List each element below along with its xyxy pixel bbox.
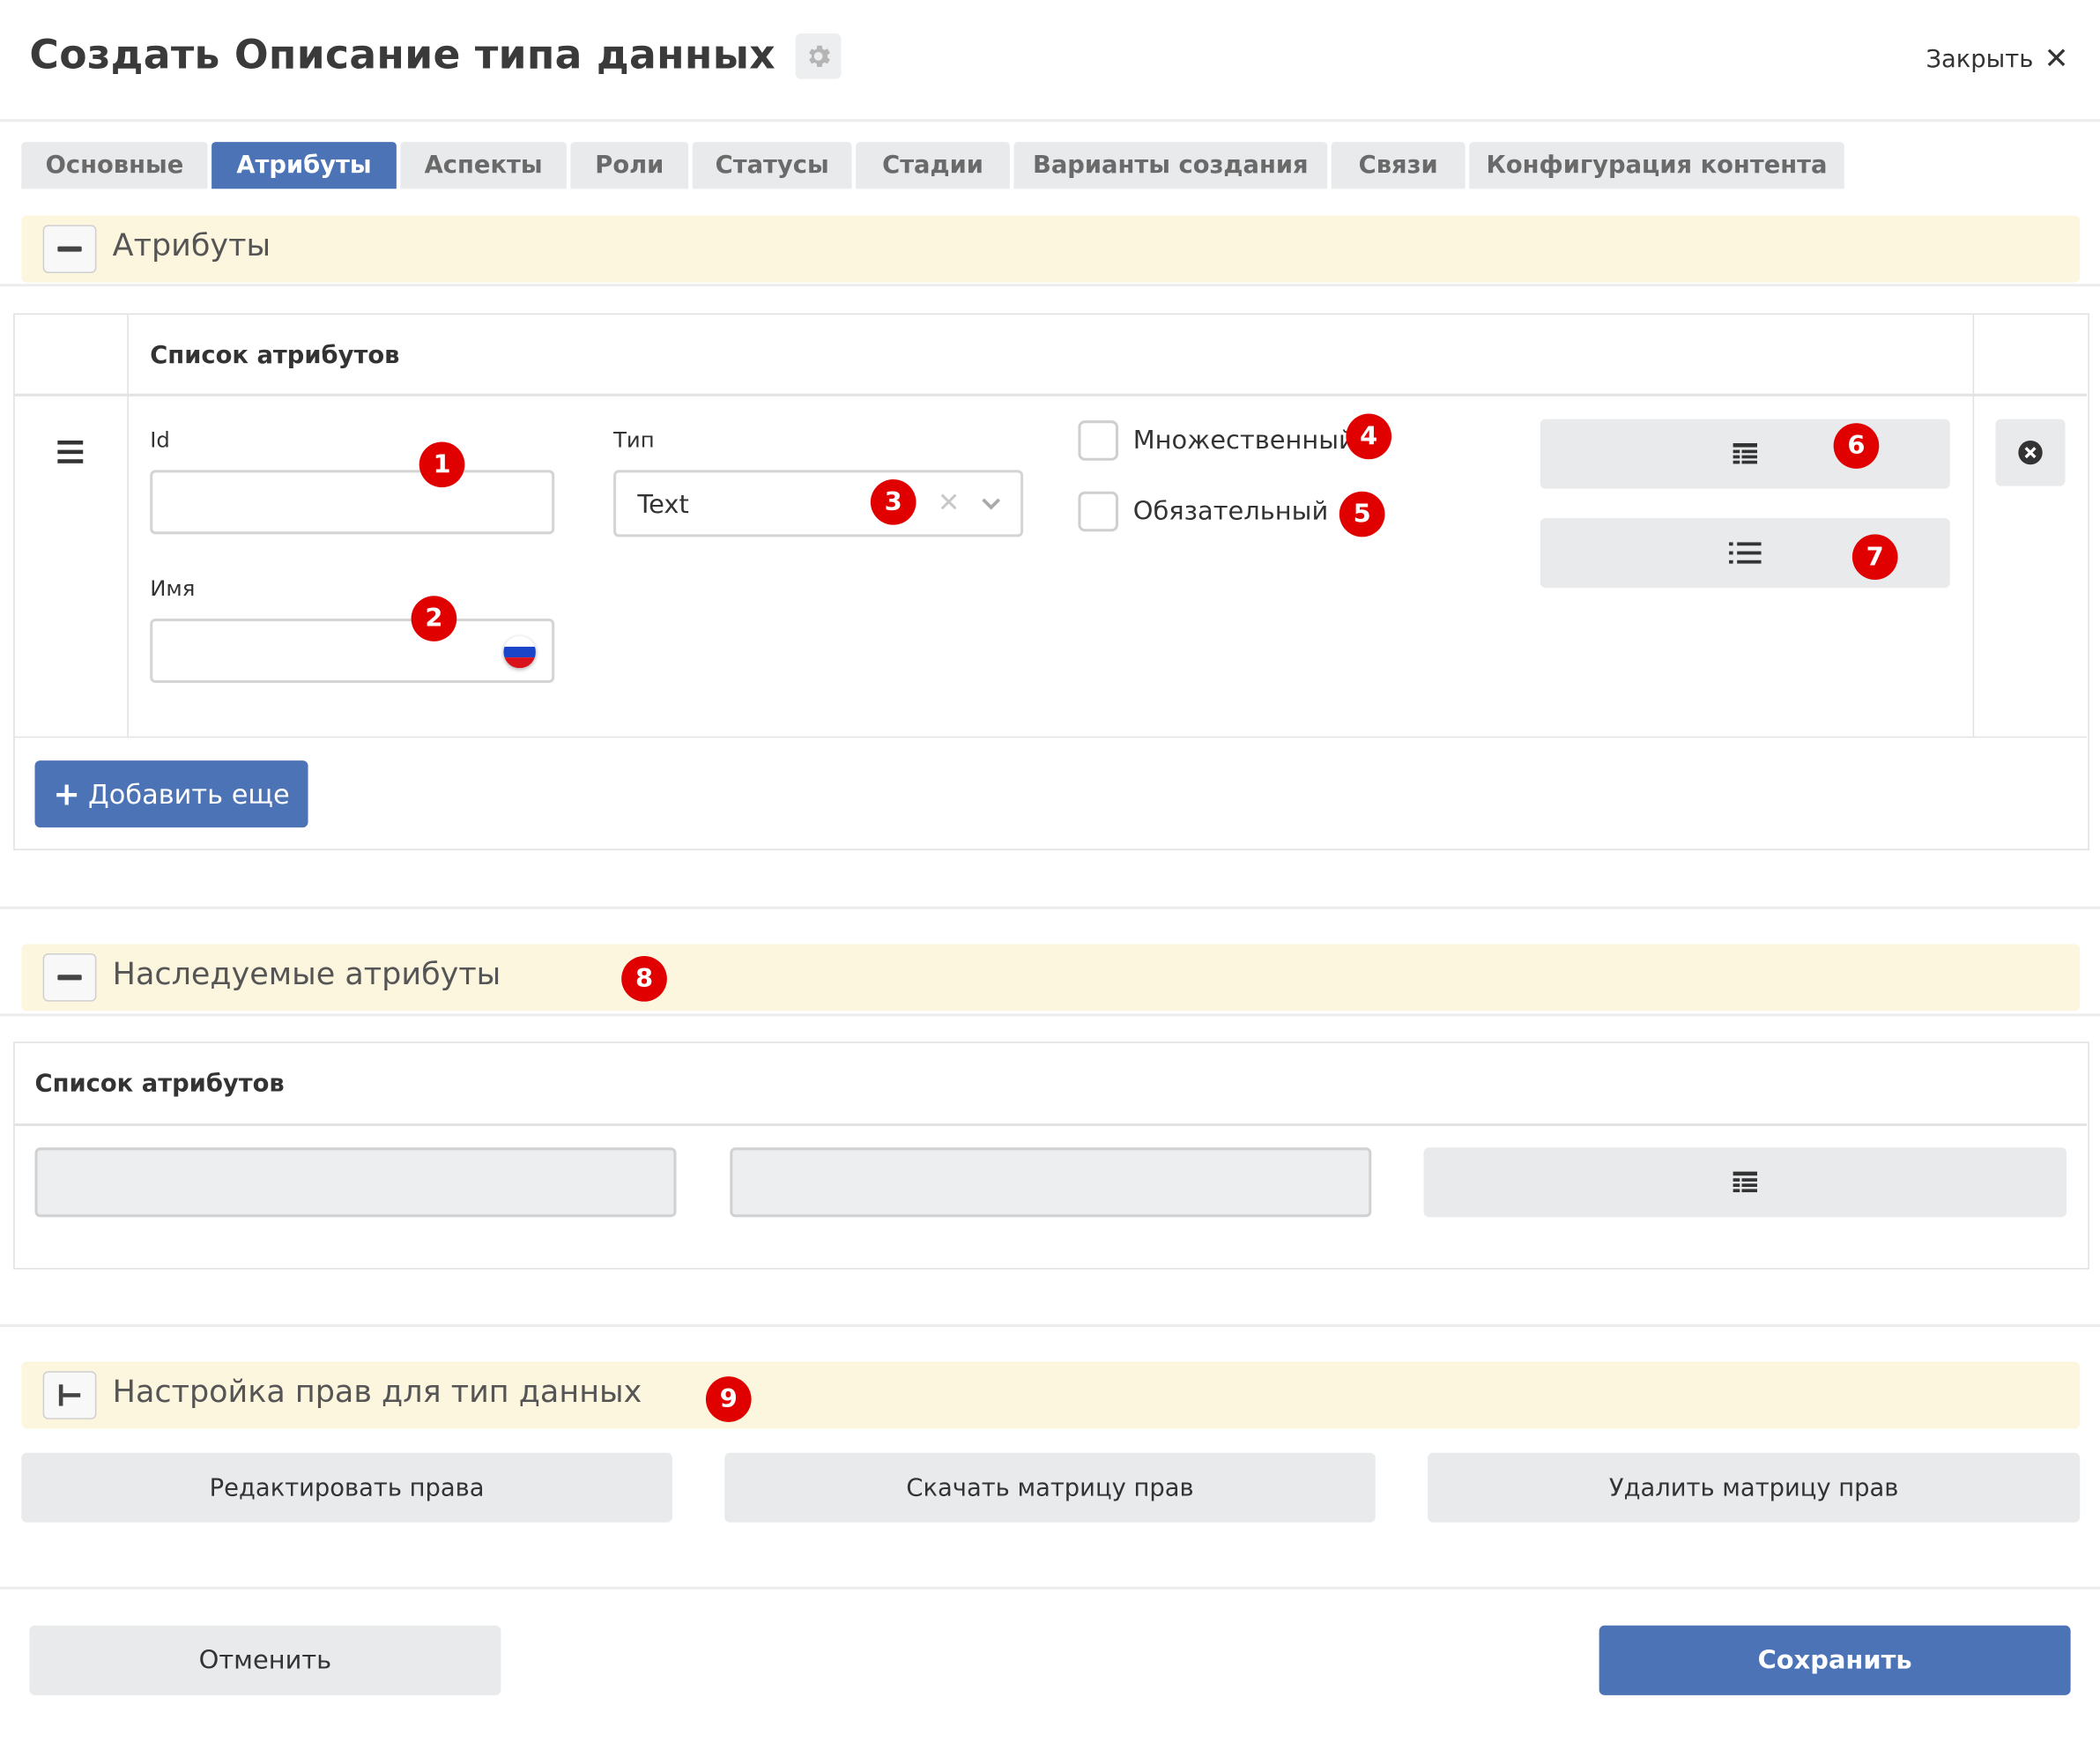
multiple-checkbox[interactable] — [1078, 420, 1119, 461]
tab-stages[interactable]: Стадии — [856, 142, 1010, 189]
multiple-label: Множественный — [1132, 426, 1355, 456]
clear-icon[interactable]: ✕ — [938, 486, 960, 518]
footer-divider — [0, 1586, 2100, 1590]
inherited-id-field — [34, 1147, 677, 1218]
header-divider — [0, 119, 2100, 122]
name-label: Имя — [150, 575, 196, 602]
edit-rights-button[interactable]: Редактировать права — [21, 1452, 672, 1523]
annotation-badge: 6 — [1833, 423, 1880, 469]
name-input[interactable] — [150, 619, 555, 683]
type-select[interactable]: Text ✕ — [613, 470, 1024, 537]
rights-panel-title: Настройка прав для тип данных — [112, 1375, 642, 1411]
chevron-down-icon[interactable] — [980, 497, 1001, 513]
list-header-divider — [14, 393, 2087, 397]
attributes-panel-title: Атрибуты — [112, 228, 271, 264]
inherited-table-button[interactable] — [1423, 1147, 2067, 1218]
add-more-label: Добавить еще — [88, 777, 290, 811]
page-title: Создать Описание типа данных — [29, 32, 775, 79]
annotation-badge: 9 — [705, 1376, 752, 1422]
rights-panel-header: Настройка прав для тип данных — [21, 1361, 2081, 1429]
annotation-badge: 3 — [870, 479, 916, 525]
type-value: Text — [637, 490, 689, 520]
download-matrix-button[interactable]: Скачать матрицу прав — [724, 1452, 1376, 1523]
plus-icon: + — [53, 775, 80, 813]
close-button[interactable]: Закрыть ✕ — [1926, 43, 2068, 77]
inherited-list-header: Список атрибутов — [34, 1070, 285, 1099]
section-divider — [0, 906, 2100, 909]
inherited-collapse-button[interactable] — [42, 953, 97, 1002]
id-input[interactable] — [150, 470, 555, 535]
list-header-divider — [14, 1123, 2087, 1126]
russian-flag-icon[interactable] — [503, 635, 536, 669]
rights-expand-button[interactable] — [42, 1371, 97, 1420]
annotation-badge: 2 — [411, 596, 457, 641]
inherited-panel-title: Наследуемые атрибуты — [112, 957, 501, 993]
close-icon: ✕ — [2044, 42, 2069, 77]
tab-basic[interactable]: Основные — [21, 142, 208, 189]
cancel-button[interactable]: Отменить — [29, 1625, 501, 1695]
row-divider — [14, 736, 2087, 738]
close-label: Закрыть — [1926, 45, 2034, 74]
tab-creation-variants[interactable]: Варианты создания — [1013, 142, 1328, 189]
remove-circle-icon — [2018, 440, 2043, 465]
attributes-collapse-button[interactable] — [42, 225, 97, 273]
annotation-badge: 8 — [621, 955, 667, 1002]
column-divider — [1972, 315, 1975, 737]
annotation-badge: 1 — [419, 441, 465, 488]
panel-divider — [0, 284, 2100, 287]
minus-icon — [57, 246, 82, 252]
gear-icon — [809, 45, 830, 67]
inherited-panel-header: Наследуемые атрибуты — [21, 944, 2081, 1012]
inherited-name-field — [730, 1147, 1372, 1218]
tab-attributes[interactable]: Атрибуты — [211, 142, 397, 189]
settings-button[interactable] — [795, 33, 842, 79]
table-icon — [1733, 1171, 1757, 1193]
attributes-list-header: Список атрибутов — [150, 341, 400, 370]
add-more-button[interactable]: + Добавить еще — [34, 760, 308, 828]
expand-icon — [58, 1384, 81, 1406]
id-label: Id — [150, 426, 170, 453]
section-divider — [0, 1323, 2100, 1327]
annotation-badge: 7 — [1851, 534, 1898, 580]
tab-statuses[interactable]: Статусы — [692, 142, 852, 189]
tab-aspects[interactable]: Аспекты — [400, 142, 567, 189]
delete-matrix-button[interactable]: Удалить матрицу прав — [1428, 1452, 2081, 1523]
save-button[interactable]: Сохранить — [1599, 1625, 2071, 1695]
minus-icon — [57, 975, 82, 981]
table-icon — [1733, 442, 1757, 464]
column-divider — [127, 315, 129, 737]
type-label: Тип — [613, 426, 655, 453]
annotation-badge: 4 — [1346, 413, 1392, 460]
panel-divider — [0, 1013, 2100, 1017]
tab-roles[interactable]: Роли — [570, 142, 689, 189]
dialog: Создать Описание типа данных Закрыть ✕ О… — [0, 0, 2100, 1742]
tab-links[interactable]: Связи — [1331, 142, 1466, 189]
drag-handle-icon[interactable] — [57, 440, 84, 463]
tab-bar: Основные Атрибуты Аспекты Роли Статусы С… — [21, 142, 1848, 189]
required-checkbox[interactable] — [1078, 491, 1119, 532]
remove-attribute-button[interactable] — [1995, 419, 2066, 486]
attribute-table-button[interactable] — [1540, 419, 1950, 489]
annotation-badge: 5 — [1339, 491, 1385, 537]
attributes-panel-header: Атрибуты — [21, 215, 2081, 283]
required-label: Обязательный — [1132, 496, 1329, 527]
list-icon — [1729, 542, 1762, 564]
tab-content-config[interactable]: Конфигурация контента — [1469, 142, 1844, 189]
